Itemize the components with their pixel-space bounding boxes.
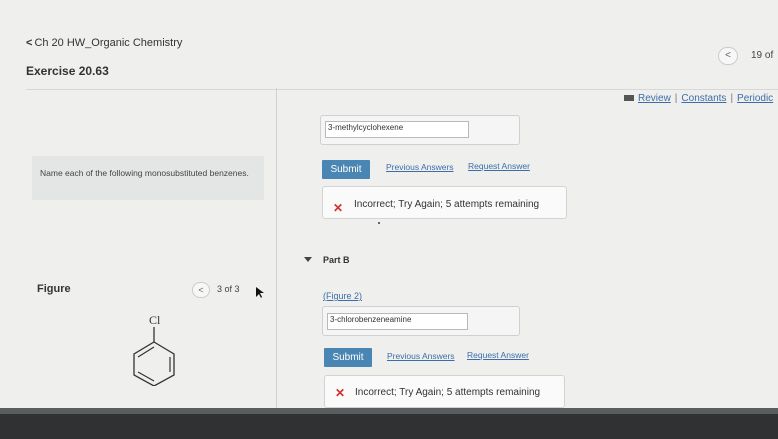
part-b-answer-input[interactable]: 3-chlorobenzeneamine [327,313,468,330]
part-a-feedback-text: Incorrect; Try Again; 5 attempts remaini… [354,199,540,210]
x-icon: ✕ [333,201,344,215]
part-b-request-answer-link[interactable]: Request Answer [467,350,529,360]
review-link[interactable]: Review [638,93,671,104]
part-b-previous-answers-link[interactable]: Previous Answers [387,351,455,361]
figure-count: 3 of 3 [217,284,240,294]
back-to-assignment-link[interactable]: < Ch 20 HW_Organic Chemistry [26,37,182,49]
taskbar [0,408,778,439]
header-divider [26,89,778,90]
part-b-submit-button[interactable]: Submit [324,348,372,367]
part-a-request-answer-link[interactable]: Request Answer [468,161,530,171]
chlorine-label: Cl [149,313,161,327]
page: < Ch 20 HW_Organic Chemistry Exercise 20.… [0,0,778,408]
divider-dot [378,222,380,224]
exercise-title: Exercise 20.63 [26,64,109,78]
figure-label: Figure [37,283,71,295]
book-icon [624,95,634,102]
mouse-cursor-icon [256,287,264,298]
double-bond [137,371,155,382]
column-divider [276,88,277,408]
chevron-left-icon: < [26,37,33,49]
constants-link[interactable]: Constants [681,93,726,104]
item-count: 19 of [751,50,774,61]
x-icon: ✕ [335,386,346,400]
benzene-ring [133,341,175,386]
part-a-feedback: ✕ Incorrect; Try Again; 5 attempts remai… [322,186,567,219]
part-a-previous-answers-link[interactable]: Previous Answers [386,162,454,172]
chlorobenzene-structure: Cl [133,313,175,386]
collapse-caret-icon[interactable] [304,257,312,262]
part-b-feedback-text: Incorrect; Try Again; 5 attempts remaini… [355,387,541,398]
separator: | [674,93,678,104]
figure-2-link[interactable]: (Figure 2) [323,291,362,301]
previous-figure-button[interactable]: < [192,282,210,298]
part-a-submit-button[interactable]: Submit [322,160,370,179]
part-b-feedback: ✕ Incorrect; Try Again; 5 attempts remai… [324,375,565,408]
taskbar-shadow [0,408,778,414]
resource-links: Review | Constants | Periodic [624,93,773,104]
double-bond [137,346,155,358]
periodic-table-link[interactable]: Periodic [737,93,773,104]
part-b-title[interactable]: Part B [323,255,350,265]
separator: | [730,93,734,104]
previous-item-button[interactable]: < [718,47,738,65]
instructions-panel: Name each of the following monosubstitut… [32,156,264,200]
part-a-answer-input[interactable]: 3-methylcyclohexene [325,121,469,138]
